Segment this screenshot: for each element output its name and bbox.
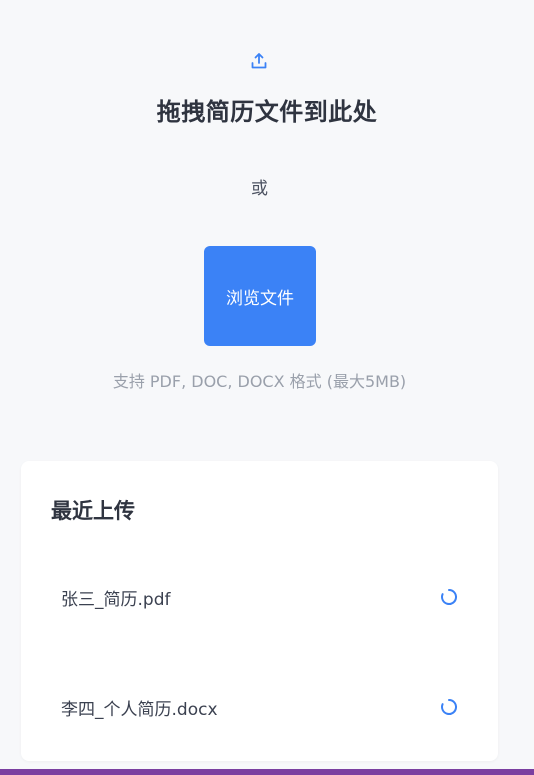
recent-uploads-title: 最近上传 [51,499,135,523]
format-hint: 支持 PDF, DOC, DOCX 格式 (最大5MB) [112,372,407,391]
browse-files-button[interactable]: 浏览文件 [204,246,316,346]
file-name: 张三_简历.pdf [61,590,171,610]
upload-icon [251,53,267,69]
or-separator: 或 [251,179,268,199]
bottom-accent-bar [0,769,534,775]
upload-page: 拖拽简历文件到此处 或 浏览文件 支持 PDF, DOC, DOCX 格式 (最… [0,0,534,775]
recent-uploads-card: 最近上传 张三_简历.pdf 李四_个人简历.docx [21,461,498,761]
file-row[interactable]: 张三_简历.pdf [21,577,498,617]
loading-spinner-icon [441,589,457,605]
drop-zone-title: 拖拽简历文件到此处 [156,98,378,126]
file-name: 李四_个人简历.docx [61,700,218,720]
file-row[interactable]: 李四_个人简历.docx [21,687,498,727]
loading-spinner-icon [441,699,457,715]
